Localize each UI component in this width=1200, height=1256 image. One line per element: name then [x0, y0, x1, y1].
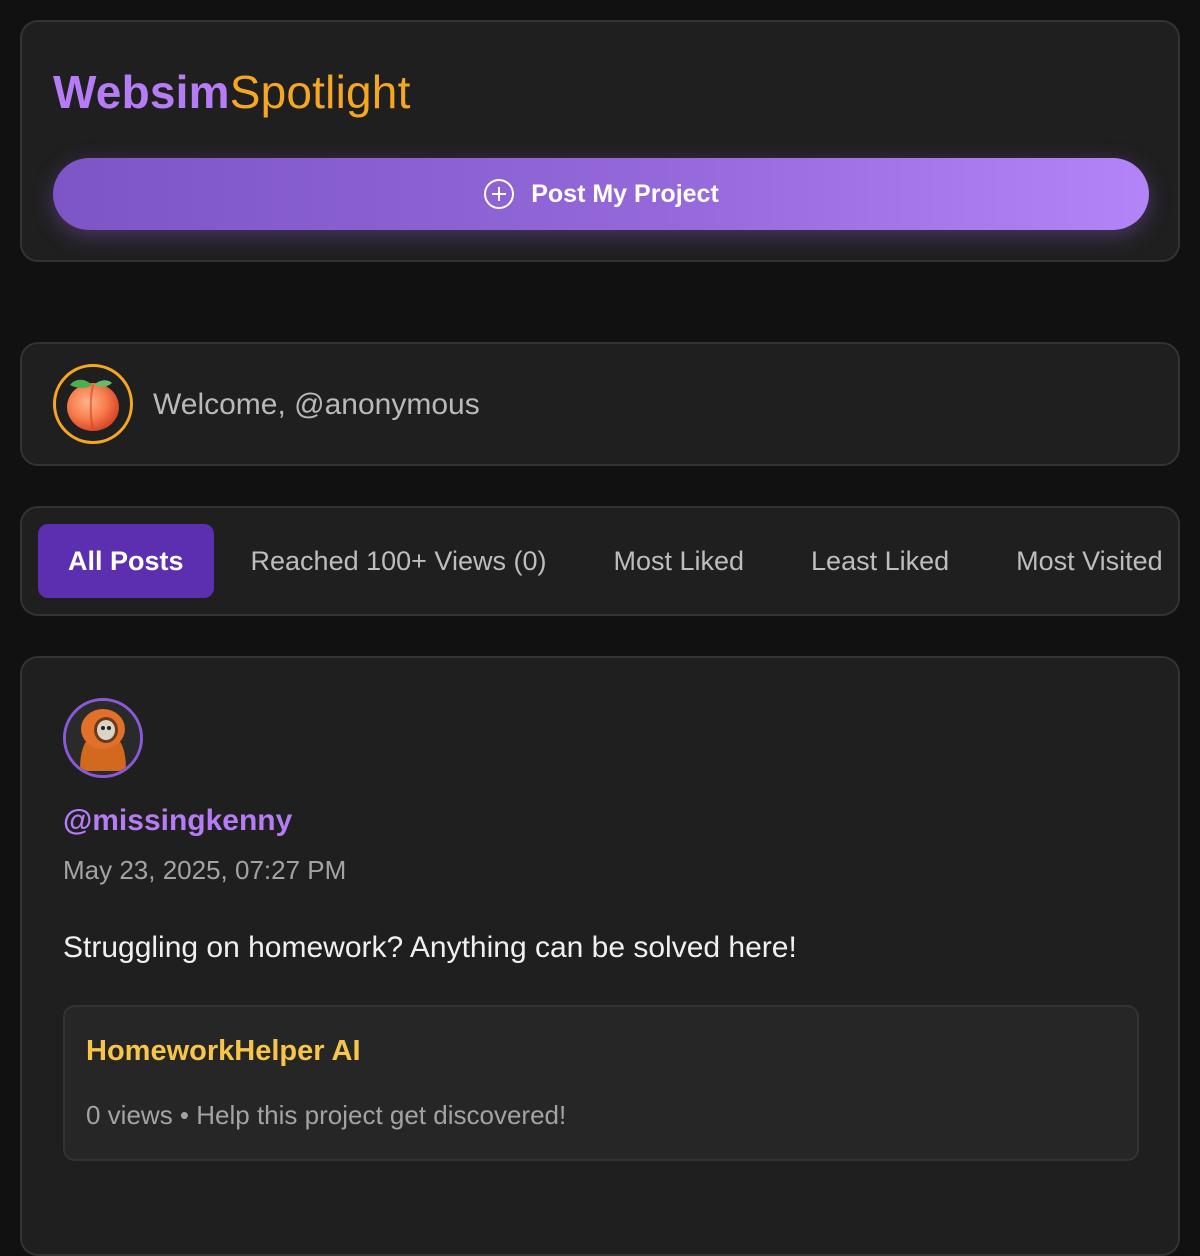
post-body: Struggling on homework? Anything can be …: [63, 931, 797, 964]
project-link-card[interactable]: HomeworkHelper AI 0 views • Help this pr…: [63, 1005, 1139, 1161]
post-my-project-button[interactable]: Post My Project: [53, 158, 1149, 230]
welcome-text: Welcome, @anonymous: [153, 388, 480, 421]
post-author-username[interactable]: @missingkenny: [63, 804, 292, 838]
header-card: WebsimSpotlight Post My Project: [20, 20, 1180, 262]
tab-reached-100-views[interactable]: Reached 100+ Views (0): [221, 524, 577, 598]
filter-tabs-card: All Posts Reached 100+ Views (0) Most Li…: [20, 506, 1180, 616]
project-title[interactable]: HomeworkHelper AI: [86, 1035, 361, 1068]
welcome-card: Welcome, @anonymous: [20, 342, 1180, 466]
filter-tabs: All Posts Reached 100+ Views (0) Most Li…: [38, 524, 1178, 598]
post-card: @missingkenny May 23, 2025, 07:27 PM Str…: [20, 656, 1180, 1256]
brand-part-spotlight: Spotlight: [229, 66, 411, 118]
peach-icon: [67, 379, 119, 431]
post-my-project-label: Post My Project: [531, 179, 719, 208]
tab-most-visited[interactable]: Most Visited: [986, 524, 1178, 598]
project-meta: 0 views • Help this project get discover…: [86, 1100, 567, 1130]
tab-most-liked[interactable]: Most Liked: [583, 524, 774, 598]
tab-least-liked[interactable]: Least Liked: [781, 524, 979, 598]
brand-part-websim: Websim: [53, 66, 230, 118]
kenny-avatar-icon: [66, 701, 140, 775]
post-timestamp: May 23, 2025, 07:27 PM: [63, 855, 347, 885]
current-user-avatar[interactable]: [53, 364, 133, 444]
post-author-avatar[interactable]: [63, 698, 143, 778]
plus-circle-icon: [483, 178, 515, 210]
tab-all-posts[interactable]: All Posts: [38, 524, 214, 598]
brand-logo: WebsimSpotlight: [53, 64, 411, 120]
